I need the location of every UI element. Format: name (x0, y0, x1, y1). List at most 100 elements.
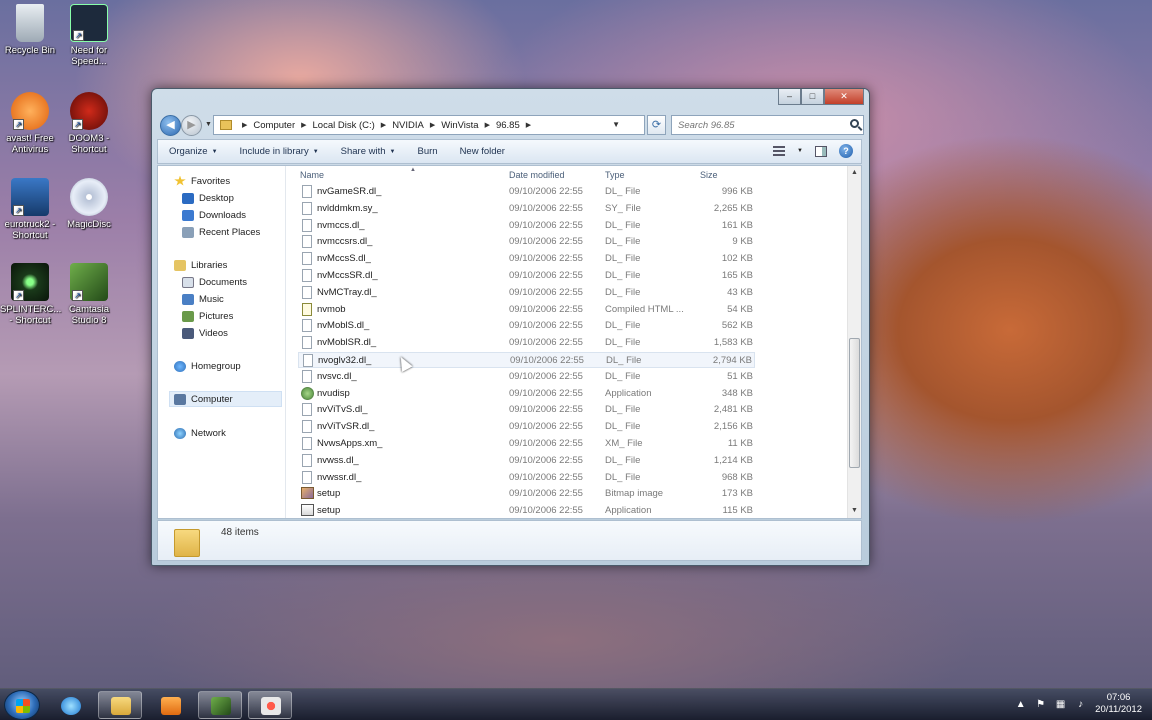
file-size: 562 KB (721, 320, 753, 332)
file-row[interactable]: nvmob 09/10/2006 22:55 Compiled HTML ... 54… (298, 302, 755, 318)
taskbar-recorder[interactable] (248, 691, 292, 719)
desktop-icon-camtasia[interactable]: ↗ Camtasia Studio 8 (59, 263, 119, 326)
chevron-down-icon: ▼ (211, 148, 218, 155)
views-icon[interactable] (773, 146, 786, 156)
file-bmp-icon (301, 487, 314, 500)
chevron-right-icon[interactable]: ▶ (301, 121, 306, 129)
include-in-library-button[interactable]: Include in library ▼ (229, 140, 330, 163)
search-icon[interactable] (850, 119, 859, 128)
nav-documents[interactable]: Documents (182, 274, 247, 290)
file-row[interactable]: setup 09/10/2006 22:55 Bitmap image 173 KB (298, 486, 755, 502)
chevron-right-icon[interactable]: ▶ (430, 121, 435, 129)
start-button[interactable] (4, 690, 40, 720)
desktop-icon-splintercell[interactable]: ↗ SPLINTERC... - Shortcut (0, 263, 61, 326)
address-bar[interactable]: ▶ Computer ▶ Local Disk (C:) ▶ NVIDIA ▶ … (213, 115, 645, 135)
recent-pages-dropdown[interactable]: ▼ (205, 121, 212, 128)
taskbar-internet-explorer[interactable] (48, 691, 92, 719)
file-row[interactable]: nvViTvS.dl_ 09/10/2006 22:55 DL_ File 2,481… (298, 402, 755, 418)
nav-desktop[interactable]: Desktop (182, 190, 234, 206)
chevron-down-icon[interactable]: ▼ (797, 148, 803, 154)
preview-pane-icon[interactable] (815, 145, 827, 157)
breadcrumb-computer[interactable]: Computer (253, 120, 295, 131)
vertical-scrollbar[interactable]: ▲ ▼ (847, 166, 861, 518)
chevron-right-icon[interactable]: ▶ (526, 121, 531, 129)
explorer-window[interactable]: – □ ✕ ◀ ▶ ▼ ▶ Computer ▶ Local Disk (C:)… (151, 88, 870, 566)
taskbar-windows-explorer[interactable] (98, 691, 142, 719)
nav-network[interactable]: Network (174, 425, 226, 441)
file-date: 09/10/2006 22:55 (509, 320, 583, 332)
search-box[interactable] (671, 115, 864, 135)
search-input[interactable] (672, 116, 842, 134)
file-row[interactable]: NvMCTray.dl_ 09/10/2006 22:55 DL_ File 43 K… (298, 285, 755, 301)
breadcrumb-96-85[interactable]: 96.85 (496, 120, 520, 131)
minimize-button[interactable]: – (778, 89, 801, 105)
nav-homegroup[interactable]: Homegroup (174, 358, 241, 374)
file-row[interactable]: nvMccsS.dl_ 09/10/2006 22:55 DL_ File 102 K… (298, 251, 755, 267)
desktop-icon-eurotruck2[interactable]: ↗ eurotruck2 - Shortcut (0, 178, 60, 241)
nav-music[interactable]: Music (182, 291, 224, 307)
downloads-icon (182, 209, 194, 221)
network-icon[interactable]: ▦ (1055, 699, 1066, 710)
column-header-name[interactable]: Name ▲ (300, 167, 416, 182)
show-hidden-icons-icon[interactable]: ▲ (1015, 699, 1026, 710)
scroll-up-icon[interactable]: ▲ (848, 166, 861, 180)
refresh-button[interactable]: ⟳ (647, 115, 666, 135)
chevron-right-icon[interactable]: ▶ (242, 121, 247, 129)
file-row[interactable]: nvsvc.dl_ 09/10/2006 22:55 DL_ File 51 KB (298, 369, 755, 385)
chevron-right-icon[interactable]: ▶ (485, 121, 490, 129)
file-row[interactable]: nvGameSR.dl_ 09/10/2006 22:55 DL_ File 996 … (298, 184, 755, 200)
file-row[interactable]: nvoglv32.dl_ 09/10/2006 22:55 DL_ File 2,79… (298, 352, 755, 368)
column-header-size[interactable]: Size (700, 170, 718, 182)
file-row[interactable]: nvMoblS.dl_ 09/10/2006 22:55 DL_ File 562 K… (298, 318, 755, 334)
file-row[interactable]: NvwsApps.xm_ 09/10/2006 22:55 XM_ File 11 K… (298, 436, 755, 452)
back-button[interactable]: ◀ (160, 115, 181, 136)
scrollbar-thumb[interactable] (849, 338, 860, 468)
file-row[interactable]: nvMoblSR.dl_ 09/10/2006 22:55 DL_ File 1,58… (298, 335, 755, 351)
column-header-date[interactable]: Date modified (509, 170, 565, 182)
desktop-icon-doom3[interactable]: ↗ DOOM3 - Shortcut (59, 92, 119, 155)
action-center-icon[interactable]: ⚑ (1035, 699, 1046, 710)
breadcrumb-winvista[interactable]: WinVista (441, 120, 478, 131)
file-row[interactable]: nvlddmkm.sy_ 09/10/2006 22:55 SY_ File 2,26… (298, 201, 755, 217)
chevron-right-icon[interactable]: ▶ (381, 121, 386, 129)
breadcrumb-nvidia[interactable]: NVIDIA (392, 120, 424, 131)
forward-button[interactable]: ▶ (181, 115, 202, 136)
file-row[interactable]: nvudisp 09/10/2006 22:55 Application 348 KB (298, 386, 755, 402)
share-with-button[interactable]: Share with ▼ (330, 140, 407, 163)
desktop-icon-avast[interactable]: ↗ avast! Free Antivirus (0, 92, 60, 155)
file-row[interactable]: nvwss.dl_ 09/10/2006 22:55 DL_ File 1,214 K… (298, 453, 755, 469)
help-icon[interactable]: ? (839, 144, 853, 158)
organize-button[interactable]: Organize ▼ (158, 140, 229, 163)
nav-downloads[interactable]: Downloads (182, 207, 246, 223)
nav-videos[interactable]: Videos (182, 325, 228, 341)
desktop-icon-need-for-speed[interactable]: ↗ Need for Speed... (59, 4, 119, 67)
file-name: nvwss.dl_ (317, 454, 359, 466)
file-row[interactable]: nvViTvSR.dl_ 09/10/2006 22:55 DL_ File 2,15… (298, 419, 755, 435)
volume-icon[interactable]: ♪ (1075, 699, 1086, 710)
nav-favorites[interactable]: Favorites (174, 173, 230, 189)
column-header-type[interactable]: Type (605, 170, 625, 182)
file-name: nvViTvS.dl_ (317, 404, 368, 416)
scroll-down-icon[interactable]: ▼ (848, 504, 861, 518)
file-row[interactable]: nvMccsSR.dl_ 09/10/2006 22:55 DL_ File 165 … (298, 268, 755, 284)
file-row[interactable]: nvmccs.dl_ 09/10/2006 22:55 DL_ File 161 KB (298, 218, 755, 234)
desktop-icon-magicdisc[interactable]: MagicDisc (59, 178, 119, 230)
nav-pictures[interactable]: Pictures (182, 308, 233, 324)
file-row[interactable]: nvwssr.dl_ 09/10/2006 22:55 DL_ File 968 KB (298, 470, 755, 486)
nav-computer[interactable]: Computer (169, 391, 282, 407)
file-row[interactable]: nvmccsrs.dl_ 09/10/2006 22:55 DL_ File 9 KB (298, 234, 755, 250)
close-button[interactable]: ✕ (824, 89, 864, 105)
maximize-button[interactable]: □ (801, 89, 824, 105)
clock[interactable]: 07:06 20/11/2012 (1095, 692, 1142, 716)
nav-recent-places[interactable]: Recent Places (182, 224, 260, 240)
taskbar-camtasia[interactable] (198, 691, 242, 719)
address-dropdown-icon[interactable]: ▼ (612, 120, 620, 129)
new-folder-button[interactable]: New folder (449, 140, 516, 163)
desktop-icon-recycle-bin[interactable]: Recycle Bin (0, 4, 60, 56)
file-row[interactable]: setup 09/10/2006 22:55 Application 115 KB (298, 503, 755, 518)
nav-libraries[interactable]: Libraries (174, 257, 227, 273)
breadcrumb-local-disk[interactable]: Local Disk (C:) (313, 120, 375, 131)
recent-places-icon (182, 226, 194, 238)
taskbar-media-player[interactable] (148, 691, 192, 719)
burn-button[interactable]: Burn (406, 140, 448, 163)
